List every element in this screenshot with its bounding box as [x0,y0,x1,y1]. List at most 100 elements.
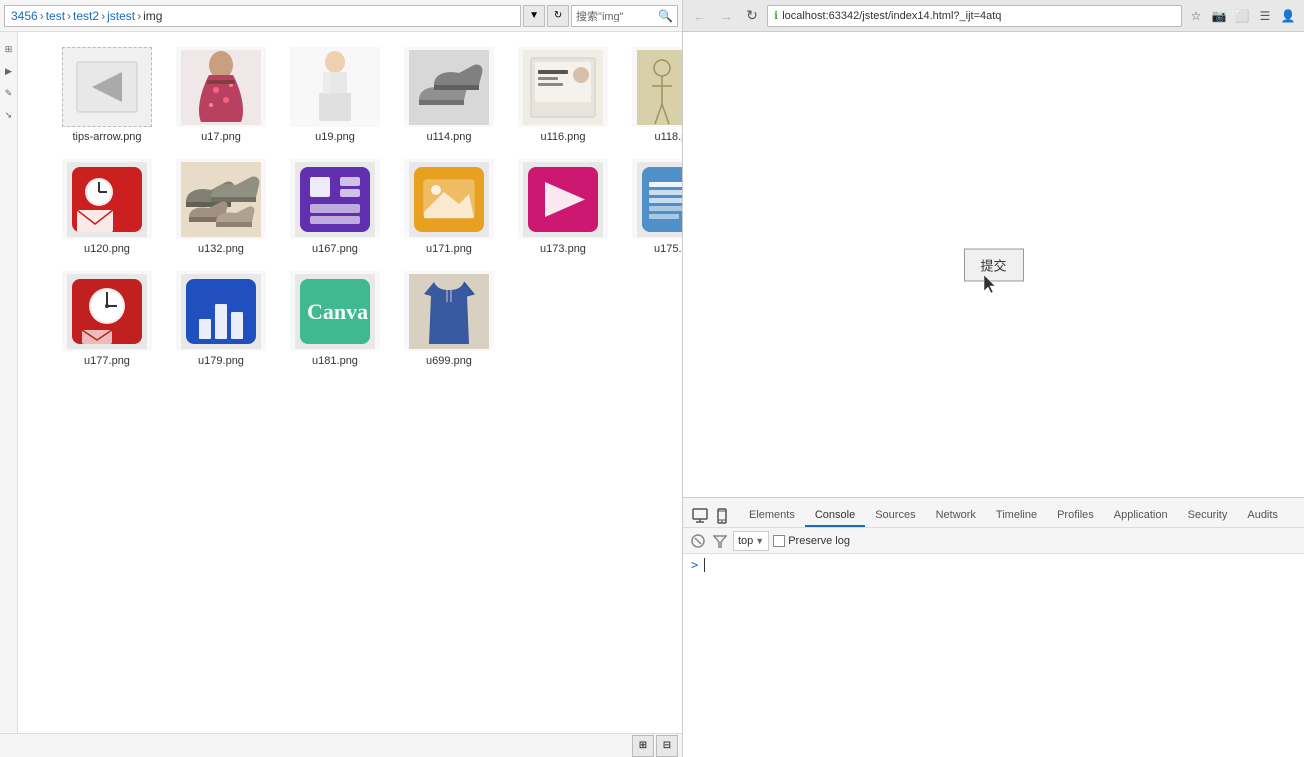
file-thumb-u120 [62,159,152,239]
context-selector[interactable]: top ▼ [733,531,769,551]
view-grid-small-btn[interactable]: ⊟ [656,735,678,757]
menu-icon[interactable]: ☰ [1255,6,1275,26]
file-label-tips-arrow: tips-arrow.png [72,131,141,143]
view-grid-large-btn[interactable]: ⊞ [632,735,654,757]
file-thumb-u175 [632,159,682,239]
preserve-log-text: Preserve log [788,535,850,547]
context-label: top [738,535,753,547]
breadcrumb-refresh-btn[interactable]: ↻ [547,5,569,27]
devtools-dock-icon[interactable]: ⬜ [1232,6,1252,26]
file-thumb-u116 [518,47,608,127]
breadcrumb-path[interactable]: 3456 › test › test2 › jstest › img [4,5,521,27]
devtools-panel: Elements Console Sources Network Timelin… [683,497,1304,757]
file-item-tips-arrow[interactable]: tips-arrow.png [52,40,162,148]
tab-console[interactable]: Console [805,505,865,527]
file-label-u116: u116.png [540,131,585,143]
tab-profiles[interactable]: Profiles [1047,505,1104,527]
sidebar-strip-icon-2[interactable]: ▶ [2,64,16,78]
file-label-u114: u114.png [426,131,471,143]
tab-elements[interactable]: Elements [739,505,805,527]
breadcrumb-sep-1: › [40,9,44,23]
file-label-u120: u120.png [84,243,130,255]
file-item-u173[interactable]: u173.png [508,152,618,260]
file-thumb-u181: Canva [290,271,380,351]
svg-text:Canva: Canva [307,299,368,324]
breadcrumb-dropdown-btn[interactable]: ▼ [523,5,545,27]
file-item-u167[interactable]: u167.png [280,152,390,260]
file-label-u167: u167.png [312,243,358,255]
file-item-u114[interactable]: u114.png [394,40,504,148]
browser-action-icons: ☆ 📷 ⬜ ☰ 👤 [1186,6,1298,26]
submit-button[interactable]: 提交 [963,248,1023,281]
file-item-u19[interactable]: u19.png [280,40,390,148]
file-label-u175: u175.png [654,243,682,255]
browser-content-area: 提交 [683,32,1304,497]
sidebar-strip-icon-4[interactable]: ➘ [2,108,16,122]
browser-chrome: ← → ↻ ℹ localhost:63342/jstest/index14.h… [683,0,1304,32]
breadcrumb-sep-4: › [137,9,141,23]
file-label-u181: u181.png [312,355,358,367]
console-clear-btn[interactable] [689,532,707,550]
tab-application[interactable]: Application [1104,505,1178,527]
breadcrumb-sep-3: › [101,9,105,23]
file-item-u171[interactable]: u171.png [394,152,504,260]
file-item-u699[interactable]: u699.png [394,264,504,372]
search-input[interactable] [576,10,656,22]
file-label-u173: u173.png [540,243,586,255]
breadcrumb-item-img[interactable]: img [143,9,162,23]
user-icon[interactable]: 👤 [1278,6,1298,26]
file-label-u17: u17.png [201,131,241,143]
file-thumb-u179 [176,271,266,351]
breadcrumb-item-test2[interactable]: test2 [73,9,99,23]
preserve-log-checkbox[interactable] [773,535,785,547]
file-label-u177: u177.png [84,355,130,367]
tab-security[interactable]: Security [1178,505,1238,527]
preserve-log-label[interactable]: Preserve log [773,535,850,547]
back-btn[interactable]: ← [689,5,711,27]
file-thumb-u171 [404,159,494,239]
tab-timeline[interactable]: Timeline [986,505,1047,527]
right-panel: ← → ↻ ℹ localhost:63342/jstest/index14.h… [683,0,1304,757]
file-item-u120[interactable]: u120.png [52,152,162,260]
file-label-u171: u171.png [426,243,472,255]
forward-btn[interactable]: → [715,5,737,27]
tab-sources[interactable]: Sources [865,505,925,527]
reload-btn[interactable]: ↻ [741,5,763,27]
file-label-u179: u179.png [198,355,244,367]
file-thumb-tips-arrow [62,47,152,127]
console-filter-btn[interactable] [711,532,729,550]
file-thumb-u114 [404,47,494,127]
sidebar-strip-icon-1[interactable]: ⊞ [2,42,16,56]
file-item-u132[interactable]: u132.png [166,152,276,260]
explorer-statusbar: ⊞ ⊟ [0,733,682,757]
file-thumb-u17 [176,47,266,127]
file-item-u179[interactable]: u179.png [166,264,276,372]
bookmark-icon[interactable]: ☆ [1186,6,1206,26]
screenshot-icon[interactable]: 📷 [1209,6,1229,26]
devtools-console-toolbar: top ▼ Preserve log [683,528,1304,554]
file-item-u181[interactable]: Canva u181.png [280,264,390,372]
tab-audits[interactable]: Audits [1237,505,1288,527]
console-prompt-symbol: > [691,558,698,572]
sidebar-strip-icon-3[interactable]: ✎ [2,86,16,100]
file-item-u175[interactable]: u175.png [622,152,682,260]
devtools-inspect-icon[interactable] [691,507,709,525]
console-prompt-line[interactable]: > [691,558,1296,572]
devtools-console-body: > [683,554,1304,757]
file-item-u116[interactable]: u116.png [508,40,618,148]
devtools-mobile-icon[interactable] [713,507,731,525]
file-label-u699: u699.png [426,355,472,367]
file-label-u118: u118.png [654,131,682,143]
file-item-u118[interactable]: u118.png [622,40,682,148]
search-box[interactable]: 🔍 [571,5,678,27]
address-bar[interactable]: ℹ localhost:63342/jstest/index14.html?_i… [767,5,1182,27]
file-thumb-u699 [404,271,494,351]
address-text: localhost:63342/jstest/index14.html?_ijt… [782,10,1175,22]
file-thumb-u167 [290,159,380,239]
breadcrumb-item-jstest[interactable]: jstest [107,9,135,23]
breadcrumb-item-3456[interactable]: 3456 [11,9,38,23]
file-item-u17[interactable]: u17.png [166,40,276,148]
file-item-u177[interactable]: u177.png [52,264,162,372]
breadcrumb-item-test[interactable]: test [46,9,65,23]
tab-network[interactable]: Network [926,505,986,527]
